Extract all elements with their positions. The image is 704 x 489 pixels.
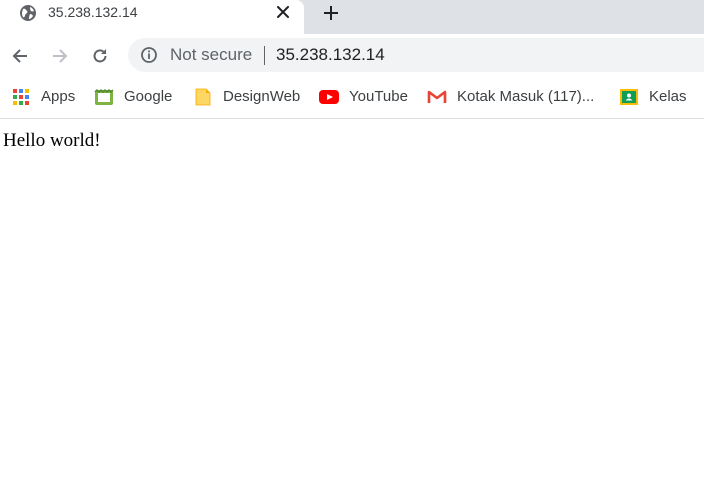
bookmark-label: YouTube: [349, 88, 408, 105]
classroom-icon: [619, 87, 639, 107]
google-bookmark-icon: [94, 87, 114, 107]
globe-icon: [19, 4, 37, 22]
bookmark-label: Google: [124, 88, 173, 105]
browser-toolbar: Not secure 35.238.132.14: [0, 34, 704, 78]
bookmark-label: Kelas: [649, 88, 687, 105]
bookmark-kelas[interactable]: Kelas: [619, 86, 687, 108]
bookmark-google[interactable]: Google: [94, 86, 172, 108]
folder-icon: [193, 87, 213, 107]
address-bar[interactable]: Not secure 35.238.132.14: [128, 38, 704, 72]
bookmark-label: Apps: [41, 88, 76, 105]
new-tab-plus-icon[interactable]: [320, 2, 342, 24]
url-text[interactable]: 35.238.132.14: [276, 45, 385, 65]
back-arrow-icon[interactable]: [7, 43, 33, 69]
omnibox-separator: [264, 46, 265, 65]
tab-title: 35.238.132.14: [48, 4, 138, 20]
bookmark-gmail[interactable]: Kotak Masuk (117)...: [427, 86, 594, 108]
close-tab-icon[interactable]: [274, 3, 292, 21]
page-content: Hello world!: [0, 119, 704, 489]
bookmark-apps[interactable]: Apps: [11, 86, 75, 108]
security-status-label[interactable]: Not secure: [170, 45, 252, 65]
bookmark-label: Kotak Masuk (117)...: [457, 88, 595, 105]
apps-grid-icon: [11, 87, 31, 107]
page-body-text: Hello world!: [3, 130, 101, 151]
bookmark-youtube[interactable]: YouTube: [319, 86, 408, 108]
bookmark-designweb[interactable]: DesignWeb: [193, 86, 300, 108]
tab-strip: 35.238.132.14: [0, 0, 704, 34]
info-icon[interactable]: [140, 46, 158, 64]
bookmark-label: DesignWeb: [223, 88, 301, 105]
gmail-icon: [427, 87, 447, 107]
reload-icon[interactable]: [87, 43, 113, 69]
active-tab[interactable]: 35.238.132.14: [0, 0, 304, 34]
bookmarks-bar: Apps Google DesignWeb YouTube Kotak Masu…: [0, 78, 704, 119]
forward-arrow-icon[interactable]: [47, 43, 73, 69]
youtube-icon: [319, 87, 339, 107]
